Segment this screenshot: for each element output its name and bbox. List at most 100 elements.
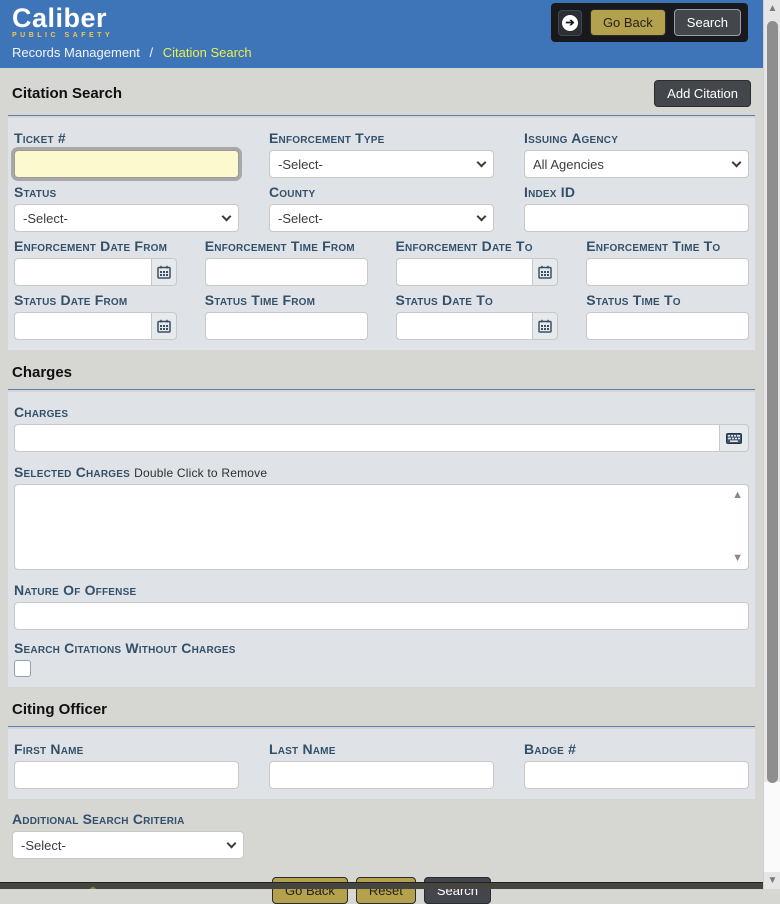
charges-title-row: Charges — [8, 364, 755, 381]
scrollbar-up-icon[interactable]: ▲ — [764, 3, 780, 14]
officer-row: First Name Last Name Badge # — [14, 735, 749, 789]
enf-time-to-input[interactable] — [586, 258, 749, 286]
chevron-down-icon — [227, 838, 237, 848]
status-date-to-input[interactable] — [396, 312, 534, 340]
section-divider — [8, 389, 755, 390]
enf-date-to-input[interactable] — [396, 258, 534, 286]
issuing-agency-label: Issuing Agency — [524, 130, 749, 146]
citation-search-app: Caliber PUBLIC SAFETY Records Management… — [0, 0, 780, 889]
top-go-back-button[interactable]: Go Back — [590, 9, 666, 36]
ticket-field: Ticket # — [14, 130, 239, 178]
arrow-right-icon: ➔ — [562, 15, 578, 31]
status-date-from-calendar-button[interactable] — [152, 312, 177, 340]
scrollbar-thumb[interactable] — [767, 21, 778, 783]
keyboard-icon — [726, 433, 742, 444]
enf-time-to-label: Enforcement Time To — [586, 238, 749, 254]
charges-panel: Charges Selected Charges Double Click — [8, 392, 755, 687]
calendar-icon — [157, 265, 171, 279]
status-date-to-calendar-button[interactable] — [533, 312, 558, 340]
charges-input[interactable] — [14, 424, 720, 452]
county-field: County -Select- — [269, 184, 494, 232]
enf-time-from-field: Enforcement Time From — [205, 238, 368, 286]
app-header: Caliber PUBLIC SAFETY Records Management… — [0, 0, 763, 68]
first-name-input[interactable] — [14, 761, 239, 789]
badge-label: Badge # — [524, 741, 749, 757]
last-name-input[interactable] — [269, 761, 494, 789]
calendar-icon — [538, 265, 552, 279]
form-row-3: Enforcement Date From Enforcement Time F… — [14, 232, 749, 286]
selected-charges-hint: Double Click to Remove — [134, 466, 267, 480]
citing-officer-panel: First Name Last Name Badge # — [8, 729, 755, 799]
breadcrumb-current[interactable]: Citation Search — [163, 45, 252, 60]
section-divider — [8, 115, 755, 116]
index-id-label: Index ID — [524, 184, 749, 200]
enf-time-from-input[interactable] — [205, 258, 368, 286]
charges-section-title: Charges — [12, 364, 72, 381]
quick-nav-button[interactable]: ➔ — [558, 10, 582, 36]
page-content: Citation Search Add Citation Ticket # En… — [0, 68, 763, 904]
selected-charges-field: Selected Charges Double Click to Remove … — [14, 464, 749, 570]
index-id-field: Index ID — [524, 184, 749, 232]
county-select[interactable]: -Select- — [269, 204, 494, 232]
chevron-down-icon — [732, 157, 742, 167]
status-time-from-input[interactable] — [205, 312, 368, 340]
selected-charges-listbox[interactable]: ▲ ▼ — [14, 484, 749, 570]
additional-criteria-value: -Select- — [21, 838, 66, 853]
ticket-label: Ticket # — [14, 130, 239, 146]
scrollbar-track-lower[interactable] — [764, 782, 780, 872]
without-charges-checkbox[interactable] — [14, 660, 31, 677]
footer-strip — [0, 882, 763, 889]
selected-charges-label: Selected Charges Double Click to Remove — [14, 464, 749, 480]
scrollbar-down-icon[interactable]: ▼ — [764, 875, 780, 886]
main-area: Caliber PUBLIC SAFETY Records Management… — [0, 0, 763, 889]
charges-label: Charges — [14, 404, 749, 420]
first-name-field: First Name — [14, 741, 239, 789]
enforcement-type-select[interactable]: -Select- — [269, 150, 494, 178]
enf-time-to-field: Enforcement Time To — [586, 238, 749, 286]
vertical-scrollbar[interactable]: ▲ ▼ — [763, 0, 780, 889]
county-label: County — [269, 184, 494, 200]
enf-time-from-label: Enforcement Time From — [205, 238, 368, 254]
status-time-to-field: Status Time To — [586, 292, 749, 340]
issuing-agency-field: Issuing Agency All Agencies — [524, 130, 749, 178]
status-select[interactable]: -Select- — [14, 204, 239, 232]
status-time-to-input[interactable] — [586, 312, 749, 340]
without-charges-field: Search Citations Without Charges — [14, 640, 749, 677]
ticket-input[interactable] — [14, 150, 239, 178]
index-id-input[interactable] — [524, 204, 749, 232]
top-toolbar: ➔ Go Back Search — [551, 3, 748, 42]
calendar-icon — [538, 319, 552, 333]
status-time-from-field: Status Time From — [205, 292, 368, 340]
enforcement-type-value: -Select- — [278, 157, 323, 172]
scroll-down-icon[interactable]: ▼ — [732, 553, 743, 564]
enforcement-type-label: Enforcement Type — [269, 130, 494, 146]
enf-date-from-input[interactable] — [14, 258, 152, 286]
nature-of-offense-label: Nature Of Offense — [14, 582, 749, 598]
top-search-button[interactable]: Search — [674, 9, 741, 36]
first-name-label: First Name — [14, 741, 239, 757]
nature-of-offense-input[interactable] — [14, 602, 749, 630]
issuing-agency-select[interactable]: All Agencies — [524, 150, 749, 178]
add-citation-button[interactable]: Add Citation — [654, 80, 751, 107]
status-date-from-input[interactable] — [14, 312, 152, 340]
breadcrumb-parent[interactable]: Records Management — [12, 45, 140, 60]
chevron-down-icon — [477, 157, 487, 167]
citing-officer-title-row: Citing Officer — [8, 701, 755, 718]
status-label: Status — [14, 184, 239, 200]
scroll-up-icon[interactable]: ▲ — [732, 490, 743, 501]
status-date-to-label: Status Date To — [396, 292, 559, 308]
badge-input[interactable] — [524, 761, 749, 789]
enf-date-from-label: Enforcement Date From — [14, 238, 177, 254]
additional-criteria-field: Additional Search Criteria -Select- — [8, 811, 248, 859]
breadcrumb: Records Management / Citation Search — [12, 45, 751, 60]
additional-criteria-label: Additional Search Criteria — [12, 811, 244, 827]
enf-date-from-calendar-button[interactable] — [152, 258, 177, 286]
charges-keyboard-button[interactable] — [720, 424, 749, 452]
enforcement-type-field: Enforcement Type -Select- — [269, 130, 494, 178]
page-title: Citation Search — [12, 85, 122, 102]
calendar-icon — [157, 319, 171, 333]
enf-date-to-calendar-button[interactable] — [533, 258, 558, 286]
citation-search-title-row: Citation Search Add Citation — [8, 80, 755, 107]
breadcrumb-separator: / — [150, 45, 154, 60]
additional-criteria-select[interactable]: -Select- — [12, 831, 244, 859]
